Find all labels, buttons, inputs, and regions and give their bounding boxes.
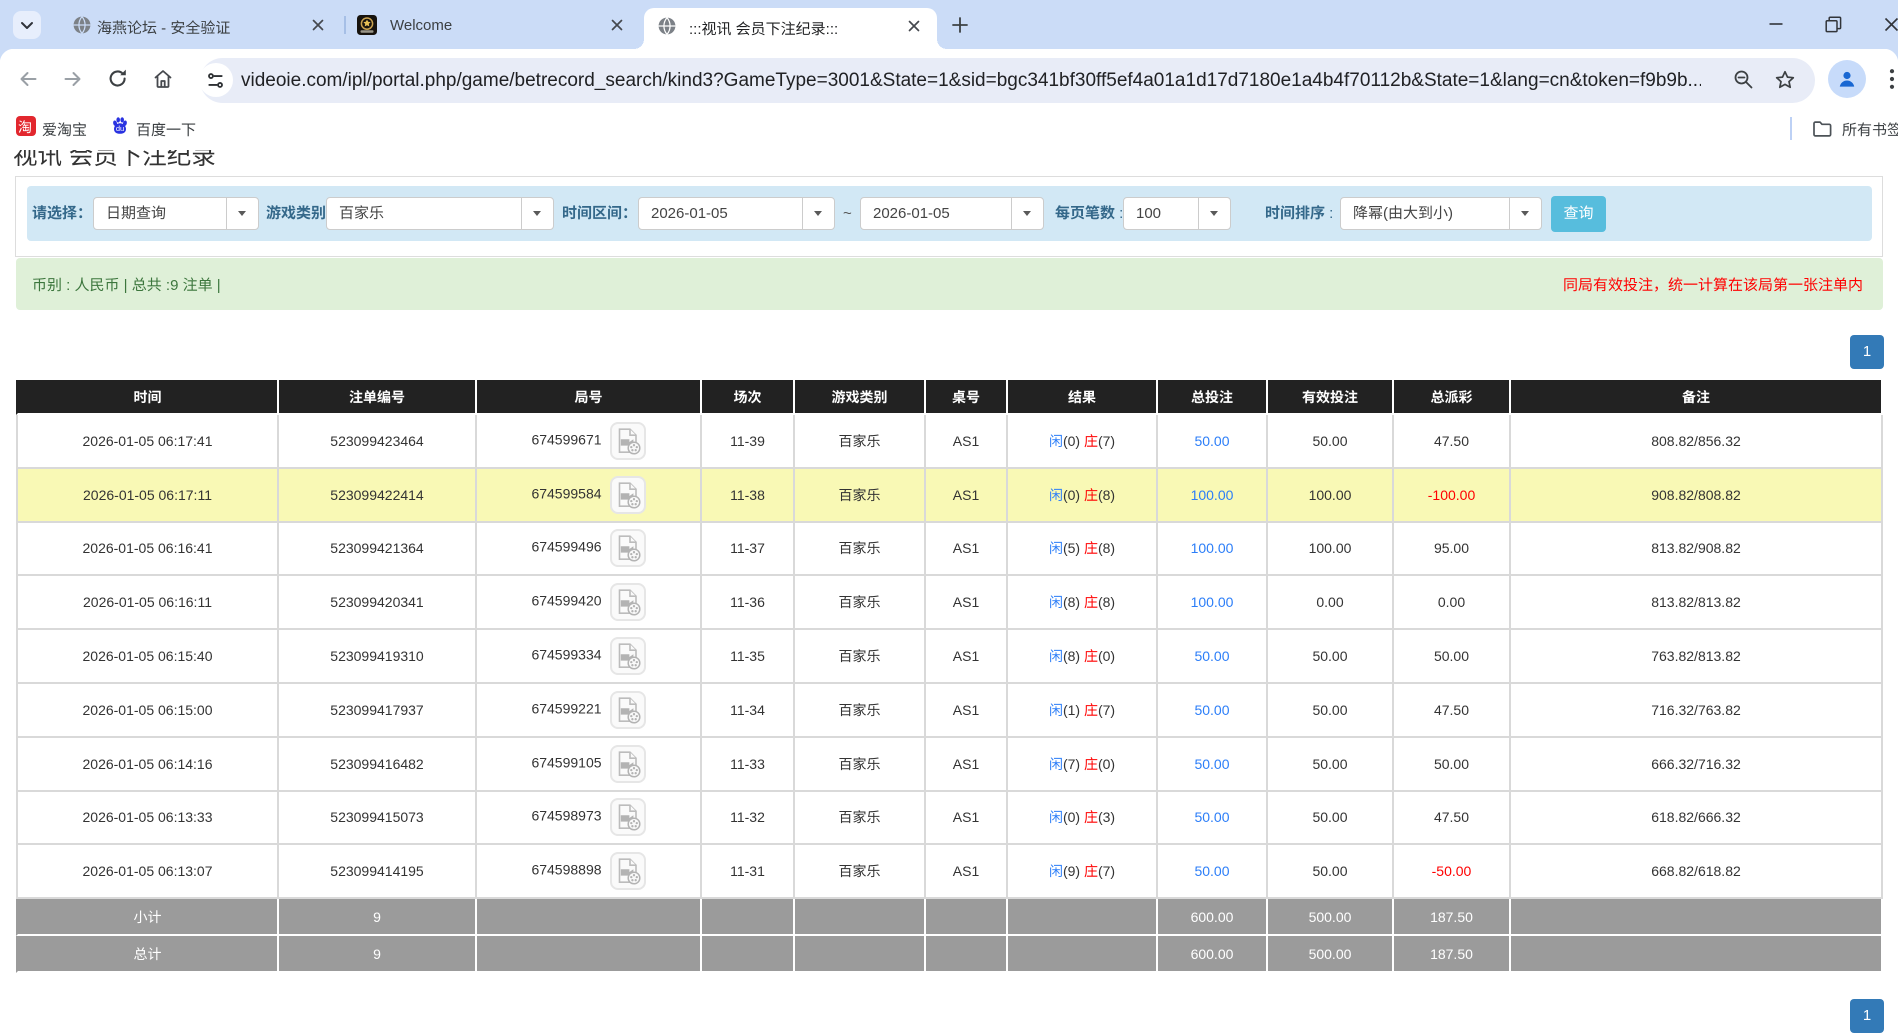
svg-text:du: du (116, 124, 124, 133)
